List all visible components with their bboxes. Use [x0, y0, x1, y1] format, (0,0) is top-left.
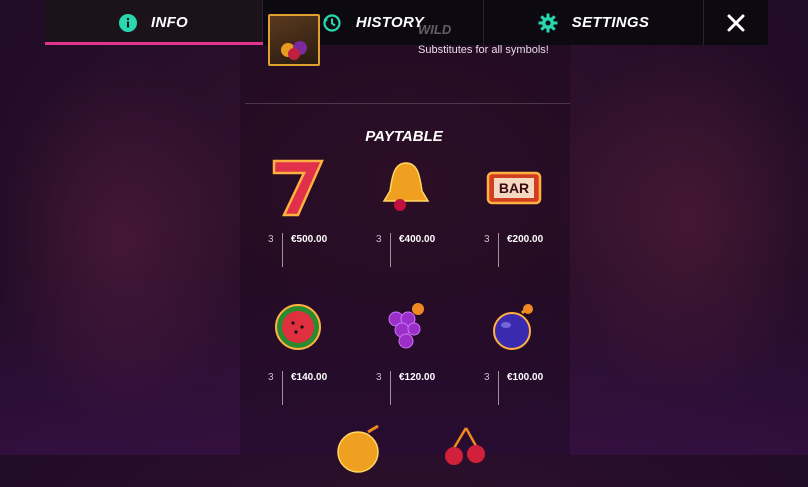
paytable-title: PAYTABLE [365, 128, 443, 145]
tab-info[interactable]: INFO [45, 0, 263, 45]
watermelon-symbol-icon [268, 297, 328, 357]
pay-entry: 3 €100.00 [484, 371, 543, 405]
tab-info-label: INFO [150, 14, 189, 31]
history-icon [322, 13, 342, 33]
payout-amount: €500.00 [291, 234, 328, 245]
wild-symbol-icon [268, 14, 320, 66]
grapes-symbol-icon [376, 297, 436, 357]
payout-amount: €100.00 [507, 372, 544, 383]
payout-amount: €140.00 [291, 372, 328, 383]
plum-symbol-icon [484, 297, 544, 357]
bar-symbol-text: BAR [498, 180, 530, 196]
pay-entry: 3 €200.00 [484, 233, 543, 267]
section-divider [245, 103, 570, 104]
pay-entry: 3 €500.00 [268, 233, 327, 267]
orange-symbol-icon [330, 422, 390, 482]
wild-description: Substitutes for all symbols! [418, 44, 549, 56]
gear-icon [538, 13, 558, 33]
tab-settings[interactable]: SETTINGS [484, 0, 704, 45]
symbol-count: 3 [484, 372, 490, 383]
pay-entry: 3 €120.00 [376, 371, 435, 405]
bar-symbol-icon: BAR [484, 157, 544, 217]
top-nav: INFO HISTORY SETTINGS [45, 0, 768, 45]
bell-symbol-icon [376, 157, 436, 217]
close-button[interactable] [704, 0, 768, 45]
tab-settings-label: SETTINGS [571, 14, 650, 31]
symbol-count: 3 [484, 234, 490, 245]
symbol-count: 3 [268, 372, 274, 383]
seven-symbol-icon [268, 157, 328, 217]
wild-title: WILD [418, 22, 452, 37]
close-icon [727, 14, 745, 32]
symbol-count: 3 [268, 234, 274, 245]
payout-amount: €200.00 [507, 234, 544, 245]
info-icon [118, 13, 137, 32]
payout-amount: €120.00 [399, 372, 436, 383]
cherries-symbol-icon [436, 422, 496, 482]
symbol-count: 3 [376, 234, 382, 245]
pay-entry: 3 €400.00 [376, 233, 435, 267]
symbol-count: 3 [376, 372, 382, 383]
pay-entry: 3 €140.00 [268, 371, 327, 405]
payout-amount: €400.00 [399, 234, 436, 245]
tab-history-label: HISTORY [355, 14, 425, 31]
active-tab-indicator [45, 42, 263, 45]
